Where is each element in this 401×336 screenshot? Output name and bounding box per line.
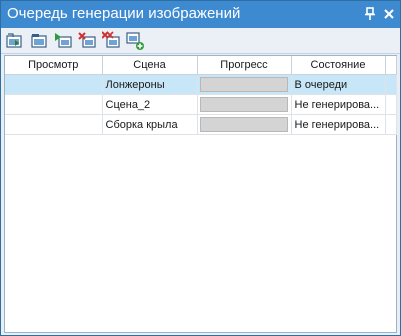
scene-cell: Лонжероны: [102, 74, 198, 95]
preview-cell: [5, 94, 103, 115]
pin-icon[interactable]: [362, 5, 378, 23]
open-scene-icon[interactable]: [30, 31, 50, 51]
remove-selected-icon[interactable]: [78, 31, 98, 51]
column-header-filler: [385, 56, 397, 75]
state-cell: Не генерирова...: [291, 114, 386, 135]
progress-cell: [197, 114, 292, 135]
filler-cell: [385, 114, 397, 135]
progress-bar: [200, 97, 288, 112]
column-header-progress[interactable]: Прогресс: [197, 56, 292, 75]
play-selected-icon[interactable]: [54, 31, 74, 51]
progress-bar: [200, 117, 288, 132]
remove-all-icon[interactable]: [102, 31, 122, 51]
progress-cell: [197, 74, 292, 95]
queue-table: Просмотр Сцена Прогресс Состояние Лонжер…: [5, 56, 397, 135]
toolbar: [1, 28, 400, 54]
preview-cell: [5, 74, 103, 95]
title-bar[interactable]: Очередь генерации изображений: [1, 1, 400, 28]
column-header-scene[interactable]: Сцена: [102, 56, 198, 75]
filler-cell: [385, 74, 397, 95]
state-cell: Не генерирова...: [291, 94, 386, 115]
panel-title: Очередь генерации изображений: [7, 5, 241, 22]
state-cell: В очереди: [291, 74, 386, 95]
table-row[interactable]: Сборка крыла Не генерирова...: [5, 114, 397, 135]
table-row[interactable]: Сцена_2 Не генерирова...: [5, 94, 397, 115]
progress-cell: [197, 94, 292, 115]
add-scene-icon[interactable]: [126, 31, 146, 51]
column-header-preview[interactable]: Просмотр: [5, 56, 103, 75]
queue-grid: Просмотр Сцена Прогресс Состояние Лонжер…: [4, 55, 397, 333]
progress-bar: [200, 77, 288, 92]
generate-all-icon[interactable]: [5, 31, 25, 51]
filler-cell: [385, 94, 397, 115]
column-header-state[interactable]: Состояние: [291, 56, 386, 75]
render-queue-panel: Очередь генерации изображений Просмотр С…: [0, 0, 401, 336]
scene-cell: Сцена_2: [102, 94, 198, 115]
preview-cell: [5, 114, 103, 135]
scene-cell: Сборка крыла: [102, 114, 198, 135]
header-row: Просмотр Сцена Прогресс Состояние: [5, 56, 397, 75]
table-row[interactable]: Лонжероны В очереди: [5, 74, 397, 95]
close-icon[interactable]: [381, 5, 397, 23]
